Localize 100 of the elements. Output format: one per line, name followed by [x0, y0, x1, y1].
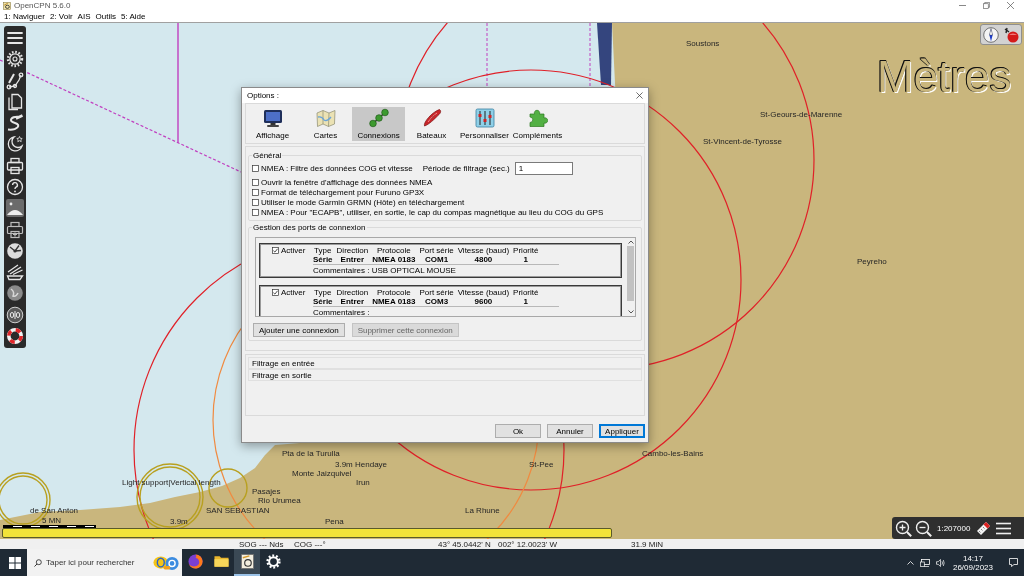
close-icon[interactable]: [636, 92, 643, 99]
menu-item[interactable]: Outils: [95, 12, 116, 21]
checkbox[interactable]: [252, 178, 259, 186]
column-header: Priorité: [513, 246, 539, 255]
coast-strip: [597, 23, 612, 85]
connection-entry[interactable]: Activer Type Direction Protocole Port série Vitesse (baud) Priorité Série Entrer NMEA 0183 COM3 9600 1 Commentaires :: [259, 285, 622, 316]
column-header: Direction: [336, 288, 369, 297]
menu-item[interactable]: AIS: [77, 12, 91, 21]
checkbox[interactable]: [252, 198, 259, 206]
checkbox[interactable]: [272, 247, 279, 254]
comment-text: Commentaires : USB OPTICAL MOUSE: [313, 266, 457, 275]
period-input[interactable]: 1: [514, 161, 573, 175]
checkbox[interactable]: [272, 289, 279, 296]
restore-icon[interactable]: [983, 2, 990, 9]
start-icon[interactable]: [9, 556, 21, 569]
option-label: NMEA : Filtre des données COG et vitesse: [261, 163, 413, 173]
group-title: Gestion des ports de connexion: [252, 223, 367, 232]
tab[interactable]: Bateaux: [405, 107, 458, 141]
menu-item[interactable]: 5: Aide: [120, 12, 146, 21]
ruler-icon[interactable]: [975, 519, 993, 537]
table-cell: Série: [313, 255, 333, 264]
column-header: Type: [314, 246, 332, 255]
menu-item[interactable]: 2: Voir: [49, 12, 73, 21]
help-icon[interactable]: [6, 177, 24, 196]
tab[interactable]: Personnaliser: [458, 107, 511, 141]
tab[interactable]: Compléments: [511, 107, 564, 141]
checkbox[interactable]: [252, 164, 259, 172]
compass-icon[interactable]: [983, 26, 999, 43]
map-label: Monte Jaizquivel: [292, 469, 352, 478]
column-header: Type: [314, 288, 332, 297]
filter-section-header[interactable]: Filtrage en entrée: [248, 357, 642, 369]
close-icon[interactable]: [1007, 2, 1014, 9]
column-header: Direction: [336, 246, 369, 255]
map-label: Irun: [356, 478, 370, 487]
column-header: Priorité: [513, 288, 539, 297]
connection-entry[interactable]: Activer Type Direction Protocole Port série Vitesse (baud) Priorité Série Entrer NMEA 0183 COM1 4800 1 Commentaires : USB OPTICAL MOUSE: [259, 243, 622, 278]
dialog-button[interactable]: Appliquer: [599, 424, 645, 438]
search-highlight-icon[interactable]: [153, 554, 179, 571]
clock-time[interactable]: 14:17: [962, 553, 983, 563]
table-cell: 1: [523, 255, 528, 264]
dialog-button[interactable]: Annuler: [547, 424, 593, 438]
menu-icon[interactable]: [6, 29, 24, 47]
filter-section-header[interactable]: Filtrage en sortie: [248, 369, 642, 381]
table-cell: NMEA 0183: [372, 297, 416, 306]
map-label: 3.9m: [335, 460, 353, 469]
table-cell: 4800: [474, 255, 493, 264]
tab[interactable]: Cartes: [299, 107, 352, 141]
scrollbar[interactable]: [626, 238, 635, 316]
moon-icon[interactable]: [6, 135, 24, 154]
dialog-button[interactable]: Ok: [495, 424, 541, 438]
column-header: Vitesse (baud): [457, 246, 510, 255]
landscape-icon[interactable]: [6, 199, 24, 218]
column-header: Vitesse (baud): [457, 288, 510, 297]
scrollbar-thumb[interactable]: [627, 246, 634, 301]
status-text: SOG --- Nds: [239, 539, 285, 549]
volume-icon[interactable]: [935, 558, 945, 567]
folded-map-icon: [315, 108, 336, 128]
network-icon[interactable]: [919, 558, 930, 567]
swirl-icon[interactable]: [6, 284, 24, 303]
search-field[interactable]: Taper ici pour rechercher: [27, 549, 182, 576]
route-icon[interactable]: [6, 71, 24, 90]
gauge-icon[interactable]: [6, 241, 24, 260]
taskbar-app-button[interactable]: [234, 549, 260, 576]
status-text: 43° 45.0442' N: [438, 539, 492, 549]
chart-app-icon: [239, 554, 255, 569]
lifebuoy-icon[interactable]: [6, 326, 24, 345]
scroll-up-icon[interactable]: [627, 240, 634, 244]
zoom-out-icon[interactable]: [915, 519, 932, 537]
scroll-down-icon[interactable]: [627, 310, 634, 314]
column-header: Protocole: [376, 246, 411, 255]
notification-icon[interactable]: [1009, 558, 1018, 567]
option-label: Format de téléchargement pour Furuno GP3X: [261, 187, 425, 197]
checkbox[interactable]: [252, 208, 259, 216]
checkbox[interactable]: [252, 188, 259, 196]
print-icon[interactable]: [6, 156, 24, 175]
table-cell: Entrer: [340, 297, 365, 306]
status-text: 31.9 MiN: [631, 539, 664, 549]
map-label: Pta de la Turulla: [282, 449, 340, 458]
table-cell: Entrer: [340, 255, 365, 264]
tab[interactable]: Connexions: [352, 107, 405, 141]
chevron-up-icon[interactable]: [906, 560, 914, 565]
sliders-icon: [474, 108, 495, 128]
table-cell: COM3: [425, 297, 449, 306]
connection-button[interactable]: Ajouter une connexion: [253, 323, 345, 337]
dial-icon[interactable]: [6, 305, 24, 324]
tilted-lines-icon[interactable]: [6, 263, 24, 282]
printer-plus-icon[interactable]: [6, 220, 24, 239]
map-scale-text: 1:207000: [937, 523, 971, 533]
menu-item[interactable]: 1: Naviguer: [4, 12, 45, 21]
map-label: St-Vincent-de-Tyrosse: [703, 137, 782, 146]
tab[interactable]: Affichage: [246, 107, 299, 141]
settings-icon[interactable]: [6, 50, 24, 69]
dialog-title: Options :: [247, 91, 279, 100]
column-header: Port série: [419, 246, 454, 255]
chart-bar-key[interactable]: [2, 528, 612, 538]
clock-date[interactable]: 26/09/2023: [952, 562, 993, 572]
zoom-in-icon[interactable]: [895, 519, 912, 537]
gps-status-icon[interactable]: [1003, 26, 1019, 43]
scale-label: 5 MN: [42, 516, 62, 525]
documents-icon[interactable]: [6, 92, 24, 111]
